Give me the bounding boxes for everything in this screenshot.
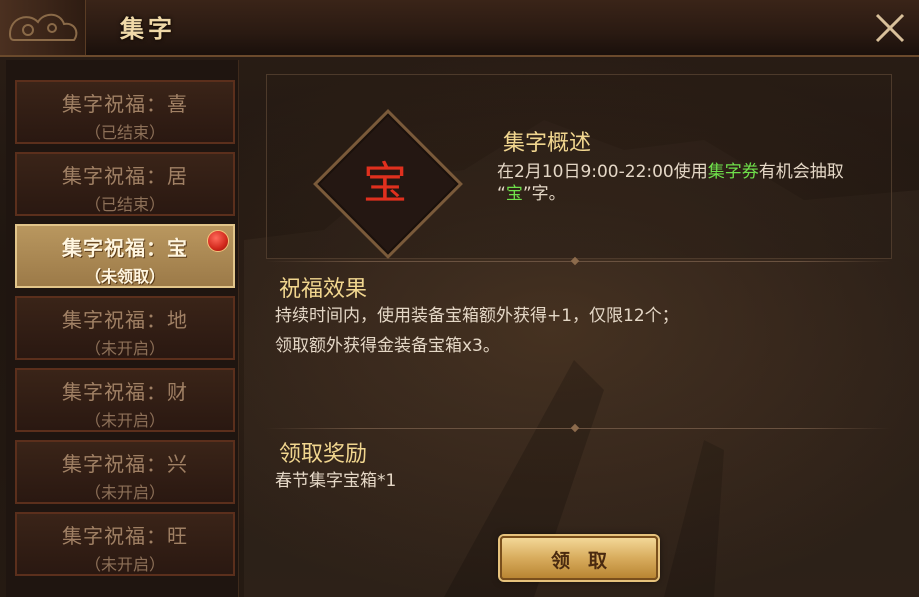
sidebar-item-status: （未开启） [84, 555, 165, 574]
coupon-highlight: 集字券 [707, 162, 759, 182]
sidebar-item-cai[interactable]: 集字祝福：财 （未开启） [15, 368, 235, 432]
collected-character: 宝 [363, 158, 407, 209]
desc-text: 有机会抽取 [758, 162, 844, 182]
char-highlight: 宝 [505, 184, 523, 204]
close-button[interactable] [870, 8, 910, 48]
sidebar-item-di[interactable]: 集字祝福：地 （未开启） [15, 296, 235, 360]
cloud-ornament-icon [0, 0, 86, 55]
summary-box: 宝 集字概述 在2月10日9:00-22:00使用集字券有机会抽取 “宝”字。 [266, 74, 892, 259]
reward-title: 领取奖励 [279, 442, 368, 467]
sidebar-item-label: 集字祝福：喜 [62, 92, 188, 116]
notification-dot-icon [207, 230, 229, 252]
sidebar-item-status: （未领取） [84, 267, 165, 286]
desc-text: 在2月10日9:00-22:00使用 [497, 162, 708, 182]
sidebar-item-label: 集字祝福：宝 [62, 236, 188, 260]
effect-line-2: 领取额外获得金装备宝箱x3。 [275, 336, 500, 356]
sidebar-item-label: 集字祝福：财 [62, 380, 188, 404]
desc-text: ”字。 [522, 184, 566, 204]
summary-description: 在2月10日9:00-22:00使用集字券有机会抽取 “宝”字。 [497, 161, 907, 205]
sidebar-item-xing[interactable]: 集字祝福：兴 （未开启） [15, 440, 235, 504]
sidebar-item-label: 集字祝福：兴 [62, 452, 188, 476]
event-window: 集字 集字祝福：喜 （已结束） 集字祝福：居 （已结束） 集字祝福：宝 （未领取… [0, 0, 919, 597]
sidebar-item-status: （未开启） [84, 411, 165, 430]
sidebar-item-status: （未开启） [84, 483, 165, 502]
reward-item: 春节集字宝箱*1 [275, 471, 397, 491]
divider [266, 256, 890, 266]
main-panel: 宝 集字概述 在2月10日9:00-22:00使用集字券有机会抽取 “宝”字。 祝… [244, 60, 919, 597]
effect-line-1: 持续时间内，使用装备宝箱额外获得+1，仅限12个； [275, 306, 679, 326]
claim-button[interactable]: 领取 [500, 536, 658, 580]
summary-title: 集字概述 [503, 131, 592, 156]
divider [266, 423, 890, 433]
sidebar-item-label: 集字祝福：旺 [62, 524, 188, 548]
sidebar-item-ju[interactable]: 集字祝福：居 （已结束） [15, 152, 235, 216]
window-title: 集字 [120, 15, 176, 43]
sidebar-item-wang[interactable]: 集字祝福：旺 （未开启） [15, 512, 235, 576]
sidebar-item-status: （已结束） [84, 195, 165, 214]
claim-button-label: 领取 [550, 550, 625, 572]
sidebar-item-label: 集字祝福：地 [62, 308, 188, 332]
sidebar-item-label: 集字祝福：居 [62, 164, 188, 188]
close-icon[interactable] [870, 8, 910, 48]
sidebar-item-xi[interactable]: 集字祝福：喜 （已结束） [15, 80, 235, 144]
sidebar-item-status: （未开启） [84, 339, 165, 358]
sidebar-item-bao[interactable]: 集字祝福：宝 （未领取） [15, 224, 235, 288]
character-badge: 宝 [313, 109, 463, 259]
desc-text: “ [497, 184, 506, 204]
sidebar: 集字祝福：喜 （已结束） 集字祝福：居 （已结束） 集字祝福：宝 （未领取） 集… [6, 60, 239, 597]
effect-title: 祝福效果 [279, 277, 368, 302]
title-bar: 集字 [0, 0, 919, 57]
sidebar-item-status: （已结束） [84, 123, 165, 142]
